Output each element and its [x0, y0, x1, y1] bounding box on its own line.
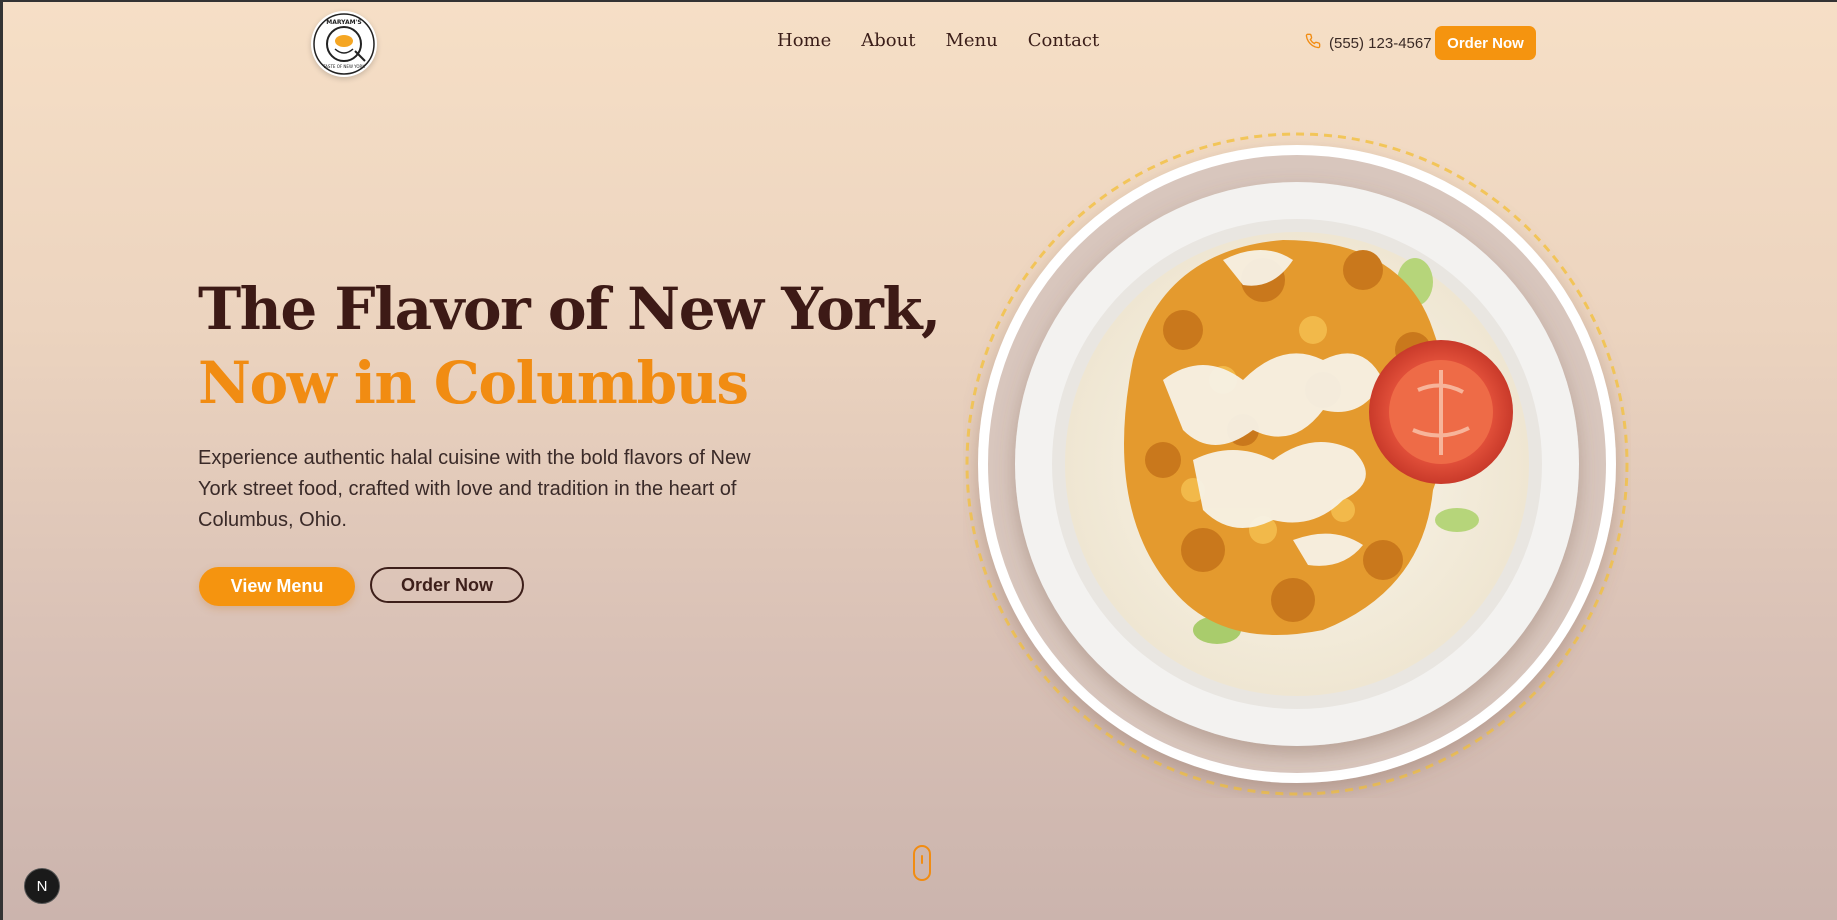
hero-title-line1: The Flavor of New York, — [198, 275, 941, 343]
logo-bottom-text: TASTE OF NEW YORK — [322, 64, 365, 69]
logo-emblem-icon: MARYAM'S TASTE OF NEW YORK — [313, 13, 375, 75]
nav-home[interactable]: Home — [777, 30, 831, 51]
phone-icon — [1305, 33, 1321, 53]
view-menu-button[interactable]: View Menu — [199, 567, 355, 606]
nav-contact[interactable]: Contact — [1028, 30, 1099, 51]
hero-title-line2: Now in Columbus — [198, 349, 749, 417]
nav-menu[interactable]: Menu — [945, 30, 997, 51]
hero-order-now-button[interactable]: Order Now — [370, 567, 524, 603]
dev-badge-button[interactable]: N — [24, 868, 60, 904]
brand-logo[interactable]: MARYAM'S TASTE OF NEW YORK — [311, 11, 377, 77]
scroll-dot — [921, 855, 923, 864]
mouse-scroll-icon[interactable] — [913, 845, 931, 881]
header-order-now-button[interactable]: Order Now — [1435, 26, 1536, 60]
hero-food-image — [963, 130, 1631, 798]
hero-title: The Flavor of New York, Now in Columbus — [198, 272, 941, 420]
phone-number: (555) 123-4567 — [1329, 34, 1432, 52]
phone-link[interactable]: (555) 123-4567 — [1305, 33, 1432, 53]
nav-about[interactable]: About — [861, 30, 915, 51]
hero-description: Experience authentic halal cuisine with … — [198, 447, 751, 531]
logo-top-text: MARYAM'S — [326, 19, 361, 26]
main-nav: Home About Menu Contact — [777, 30, 1099, 51]
